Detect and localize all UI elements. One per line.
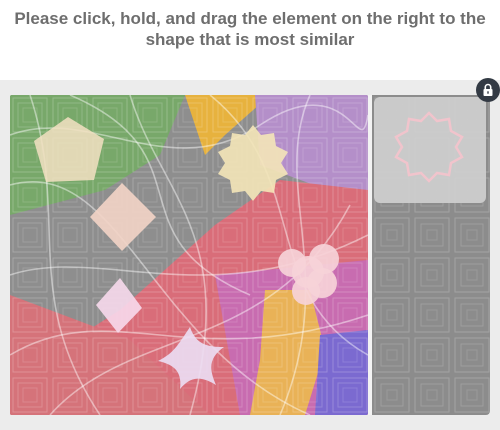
instruction-text: Please click, hold, and drag the element… xyxy=(0,8,500,50)
instruction-line-2: shape that is most similar xyxy=(145,30,355,49)
lock-icon xyxy=(483,83,493,96)
lock-button[interactable] xyxy=(476,78,500,102)
draggable-piece[interactable] xyxy=(374,97,486,203)
puzzle-background xyxy=(10,95,368,415)
piece-tray xyxy=(372,95,490,415)
puzzle-canvas[interactable] xyxy=(10,95,368,415)
instruction-line-1: Please click, hold, and drag the element… xyxy=(14,9,486,28)
